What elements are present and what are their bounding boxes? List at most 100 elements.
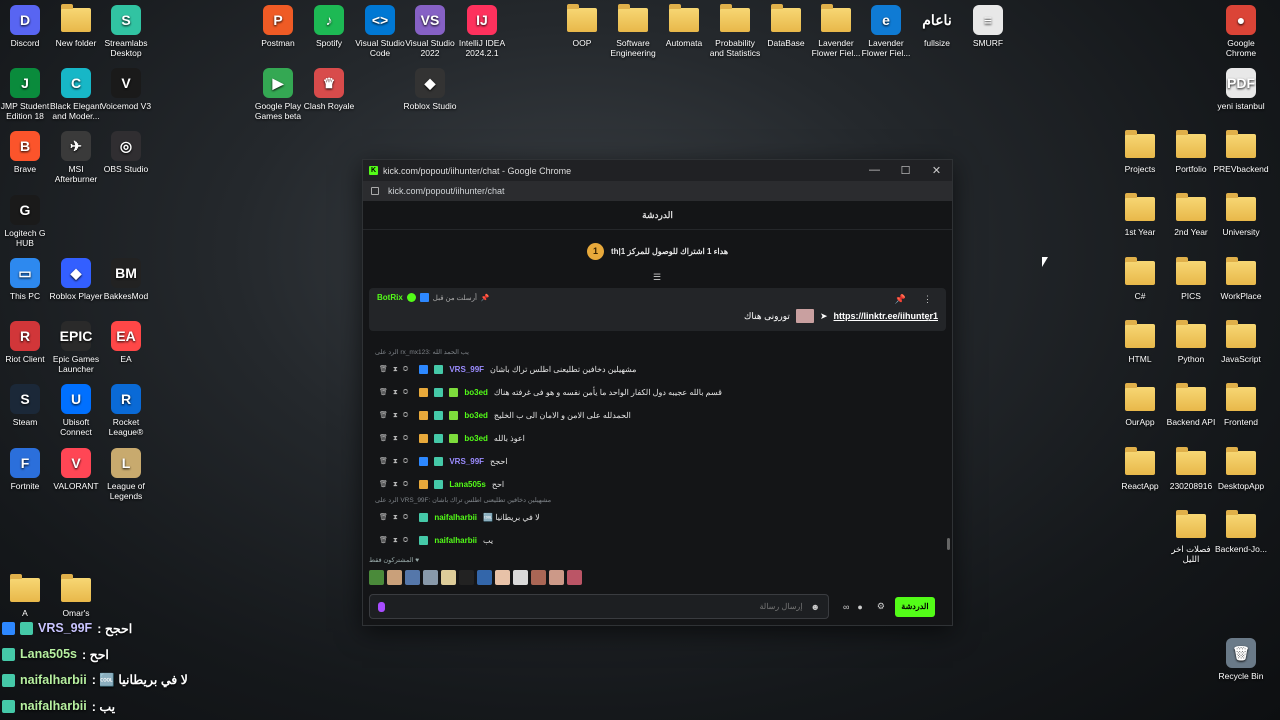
- mod-tools-icon[interactable]: 🗑⧗◎: [379, 536, 413, 545]
- desktop-folder[interactable]: JavaScript: [1213, 320, 1269, 364]
- chat-message[interactable]: 🗑⧗◎ bo3ed الحمدلله على الامن و الامان الی …: [371, 404, 946, 427]
- desktop-folder[interactable]: Python: [1163, 320, 1219, 364]
- avatar[interactable]: [477, 570, 492, 585]
- close-button[interactable]: ✕: [921, 164, 952, 177]
- desktop-folder[interactable]: 230208916: [1163, 447, 1219, 491]
- desktop-shortcut[interactable]: ▭ This PC: [0, 258, 53, 301]
- desktop-shortcut[interactable]: ◎ OBS Studio: [98, 131, 154, 174]
- address-bar[interactable]: kick.com/popout/iihunter/chat: [363, 181, 952, 201]
- desktop-folder[interactable]: Lavender Flower Fiel...: [808, 4, 864, 58]
- desktop-folder[interactable]: WorkPlace: [1213, 257, 1269, 301]
- desktop-shortcut[interactable]: PDF yeni istanbul: [1213, 68, 1269, 111]
- mod-tools-icon[interactable]: 🗑⧗◎: [379, 457, 413, 466]
- avatar[interactable]: [549, 570, 564, 585]
- desktop-shortcut[interactable]: VS Visual Studio 2022: [402, 5, 458, 58]
- desktop-shortcut[interactable]: e Lavender Flower Fiel...: [858, 5, 914, 58]
- desktop-folder[interactable]: DesktopApp: [1213, 447, 1269, 491]
- desktop-shortcut[interactable]: L League of Legends: [98, 448, 154, 501]
- maximize-button[interactable]: ☐: [890, 164, 921, 177]
- chat-message[interactable]: 🗑⧗◎ bo3ed قسم بالله عجیبه دول الکفار الواح…: [371, 381, 946, 404]
- chat-scrollbar[interactable]: [947, 538, 950, 550]
- avatar[interactable]: [495, 570, 510, 585]
- desktop-shortcut[interactable]: J JMP Student Edition 18: [0, 68, 53, 121]
- avatar[interactable]: [567, 570, 582, 585]
- desktop-shortcut[interactable]: ◆ Roblox Player: [48, 258, 104, 301]
- desktop-shortcut[interactable]: P Postman: [250, 5, 306, 48]
- desktop-folder[interactable]: ReactApp: [1112, 447, 1168, 491]
- mod-tools-icon[interactable]: 🗑⧗◎: [379, 434, 413, 443]
- avatar[interactable]: [513, 570, 528, 585]
- avatar[interactable]: [423, 570, 438, 585]
- desktop-shortcut[interactable]: U Ubisoft Connect: [48, 384, 104, 437]
- chat-username[interactable]: Lana505s: [449, 480, 485, 489]
- desktop-shortcut[interactable]: 🗑 Recycle Bin: [1213, 638, 1269, 681]
- desktop-shortcut[interactable]: S Steam: [0, 384, 53, 427]
- pinned-link[interactable]: https://linktr.ee/iihunter1: [833, 311, 938, 321]
- desktop-shortcut[interactable]: F Fortnite: [0, 448, 53, 491]
- chat-message[interactable]: 🗑⧗◎ VRS_99F احجح: [371, 450, 946, 473]
- pin-icon[interactable]: 📌: [895, 294, 906, 305]
- emoji-icon[interactable]: ☻: [811, 602, 820, 612]
- desktop-folder[interactable]: OurApp: [1112, 383, 1168, 427]
- chat-input[interactable]: [385, 602, 803, 611]
- chat-username[interactable]: naifalharbii: [434, 536, 477, 545]
- desktop-shortcut[interactable]: S Streamlabs Desktop: [98, 5, 154, 58]
- desktop-folder[interactable]: Automata: [656, 4, 712, 48]
- send-chat-button[interactable]: الدردشة: [894, 596, 935, 617]
- desktop-folder[interactable]: Portfolio: [1163, 130, 1219, 174]
- avatar[interactable]: [387, 570, 402, 585]
- more-options-icon[interactable]: ⋮: [923, 294, 932, 305]
- desktop-folder[interactable]: University: [1213, 193, 1269, 237]
- desktop-shortcut[interactable]: ● Google Chrome: [1213, 5, 1269, 58]
- avatar[interactable]: [369, 570, 384, 585]
- chat-message[interactable]: 🗑⧗◎ VRS_99F مشهیلین دخافین تطلیعنی اطلس تر…: [371, 358, 946, 381]
- emotes-icon[interactable]: ∞: [843, 602, 849, 612]
- chat-username[interactable]: VRS_99F: [449, 365, 484, 374]
- chat-username[interactable]: naifalharbii: [434, 513, 477, 522]
- desktop-shortcut[interactable]: ≡ SMURF: [960, 5, 1016, 48]
- desktop-shortcut[interactable]: C Black Elegant and Moder...: [48, 68, 104, 121]
- mod-tools-icon[interactable]: 🗑⧗◎: [379, 411, 413, 420]
- desktop-folder[interactable]: Software Engineering: [605, 4, 661, 58]
- desktop-folder[interactable]: PREVbackend: [1213, 130, 1269, 174]
- chat-username[interactable]: bo3ed: [464, 411, 488, 420]
- desktop-folder[interactable]: HTML: [1112, 320, 1168, 364]
- desktop-shortcut[interactable]: V VALORANT: [48, 448, 104, 491]
- desktop-folder[interactable]: PICS: [1163, 257, 1219, 301]
- site-info-icon[interactable]: [371, 187, 379, 195]
- desktop-folder[interactable]: فصلات اخر الليل: [1163, 510, 1219, 564]
- desktop-shortcut[interactable]: ناعام fullsize: [909, 5, 965, 48]
- desktop-shortcut[interactable]: ◆ Roblox Studio: [402, 68, 458, 111]
- desktop-shortcut[interactable]: D Discord: [0, 5, 53, 48]
- desktop-folder[interactable]: OOP: [554, 4, 610, 48]
- window-titlebar[interactable]: K kick.com/popout/iihunter/chat - Google…: [363, 160, 952, 181]
- desktop-folder[interactable]: Projects: [1112, 130, 1168, 174]
- desktop-shortcut[interactable]: B Brave: [0, 131, 53, 174]
- desktop-folder[interactable]: New folder: [48, 4, 104, 48]
- desktop-folder[interactable]: 1st Year: [1112, 193, 1168, 237]
- chat-username[interactable]: bo3ed: [464, 388, 488, 397]
- pinned-user[interactable]: BotRix: [377, 293, 403, 302]
- mod-tools-icon[interactable]: 🗑⧗◎: [379, 388, 413, 397]
- desktop-folder[interactable]: Frontend: [1213, 383, 1269, 427]
- users-icon[interactable]: ●: [857, 602, 862, 612]
- chevron-down-icon[interactable]: ⌄: [924, 313, 932, 324]
- chat-message[interactable]: 🗑⧗◎ bo3ed اعوذ بالله: [371, 427, 946, 450]
- mod-tools-icon[interactable]: 🗑⧗◎: [379, 513, 413, 522]
- filter-icon[interactable]: ☰: [653, 272, 661, 283]
- mod-tools-icon[interactable]: 🗑⧗◎: [379, 480, 413, 489]
- desktop-folder[interactable]: Omar's: [48, 574, 104, 618]
- desktop-folder[interactable]: C#: [1112, 257, 1168, 301]
- chat-message[interactable]: 🗑⧗◎ naifalharbii لا في بريطانيا 🆒: [371, 506, 946, 529]
- desktop-shortcut[interactable]: R Rocket League®: [98, 384, 154, 437]
- chat-username[interactable]: VRS_99F: [449, 457, 484, 466]
- desktop-shortcut[interactable]: ♪ Spotify: [301, 5, 357, 48]
- chat-input-box[interactable]: ☻: [369, 594, 829, 619]
- minimize-button[interactable]: —: [859, 164, 890, 177]
- desktop-shortcut[interactable]: G Logitech G HUB: [0, 195, 53, 248]
- mic-icon[interactable]: [378, 601, 385, 612]
- chat-message[interactable]: 🗑⧗◎ Lana505s احح: [371, 473, 946, 496]
- desktop-shortcut[interactable]: BM BakkesMod: [98, 258, 154, 301]
- gear-icon[interactable]: ⚙: [877, 601, 885, 612]
- desktop-folder[interactable]: 2nd Year: [1163, 193, 1219, 237]
